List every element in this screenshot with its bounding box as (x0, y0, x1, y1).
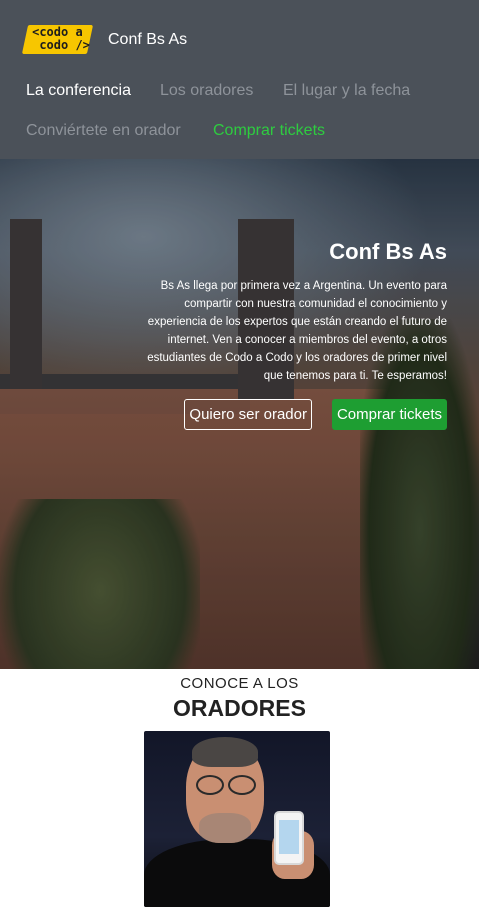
become-speaker-button[interactable]: Quiero ser orador (184, 399, 312, 430)
speaker-photo-beard (199, 813, 251, 843)
nav-link-comprar-tickets[interactable]: Comprar tickets (213, 122, 325, 140)
brand-title[interactable]: Conf Bs As (108, 31, 187, 49)
hero-title: Conf Bs As (329, 239, 447, 264)
nav-link-oradores[interactable]: Los oradores (160, 82, 253, 100)
logo-text: <codo a codo /> (32, 25, 90, 52)
hero-buttons: Quiero ser orador Comprar tickets (184, 399, 447, 430)
speaker-photo-glasses (192, 775, 256, 795)
hero-description: Bs As llega por primera vez a Argentina.… (147, 280, 447, 382)
buy-tickets-button[interactable]: Comprar tickets (331, 399, 447, 430)
speakers-kicker: CONOCE A LOS (180, 675, 299, 692)
nav-link-lugar-fecha[interactable]: El lugar y la fecha (283, 82, 410, 100)
phone-icon (274, 811, 304, 865)
navbar: <codo a codo /> Conf Bs As La conferenci… (0, 0, 479, 159)
codo-a-codo-logo[interactable]: <codo a codo /> (21, 25, 94, 54)
nav-link-conferencia[interactable]: La conferencia (26, 82, 131, 100)
hero-banner: Conf Bs As Bs As llega por primera vez a… (0, 159, 479, 669)
nav-link-convertite-orador[interactable]: Conviértete en orador (26, 122, 181, 140)
speakers-section: CONOCE A LOS ORADORES (0, 669, 479, 907)
speaker-photo (144, 731, 330, 907)
hero-content: Conf Bs As Bs As llega por primera vez a… (137, 239, 447, 385)
speakers-title: ORADORES (173, 695, 306, 721)
speaker-photo-hair (192, 737, 258, 767)
